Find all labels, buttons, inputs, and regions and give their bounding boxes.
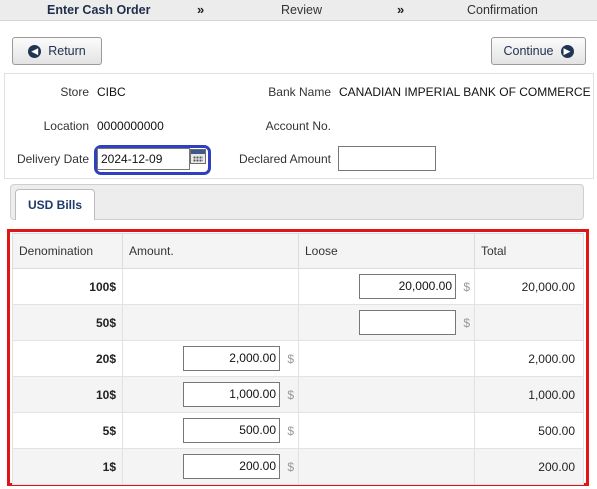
bank-name-label: Bank Name [268,85,331,99]
total-cell: 1,000.00 [474,376,584,413]
step-separator: » [197,2,205,17]
arrow-left-icon: ◀ [28,44,42,58]
loose-cell: $ [298,304,475,341]
currency-symbol: $ [287,459,294,474]
denomination-cell: 50$ [12,304,123,341]
amount-input[interactable]: 1,000.00 [183,382,280,407]
calendar-icon[interactable] [190,149,206,164]
amount-cell: 1,000.00 $ [122,376,299,413]
denomination-cell: 1$ [12,448,123,485]
loose-cell: 20,000.00 $ [298,268,475,305]
currency-symbol: $ [287,351,294,366]
declared-amount-label: Declared Amount [238,152,331,166]
total-cell: 500.00 [474,412,584,449]
loose-cell [298,412,475,449]
tab-bar [10,184,584,220]
tab-usd-bills[interactable]: USD Bills [15,189,95,220]
grid-row: 100$ 20,000.00 $ 20,000.00 [12,268,584,305]
grid-header-row: Denomination Amount. Loose Total [12,233,584,269]
arrow-right-icon: ▶ [560,44,574,58]
loose-cell [298,376,475,413]
grid-row: 5$ 500.00 $ 500.00 [12,412,584,449]
header-total: Total [474,233,584,269]
return-button-label: Return [48,44,86,58]
step-separator: » [397,2,405,17]
location-value: 0000000000 [97,119,164,133]
amount-cell: 2,000.00 $ [122,340,299,377]
bank-name-value: CANADIAN IMPERIAL BANK OF COMMERCE [339,85,591,99]
loose-cell [298,448,475,485]
denomination-grid: Denomination Amount. Loose Total 100$ 20… [12,233,584,485]
account-no-label: Account No. [265,119,331,133]
amount-input[interactable]: 2,000.00 [183,346,280,371]
currency-symbol: $ [463,315,470,330]
amount-cell [122,304,299,341]
loose-input[interactable]: 20,000.00 [359,274,456,299]
loose-cell [298,340,475,377]
header-denomination: Denomination [12,233,123,269]
amount-cell: 200.00 $ [122,448,299,485]
declared-amount-input[interactable] [338,146,436,171]
total-cell: 2,000.00 [474,340,584,377]
continue-button-label: Continue [503,44,554,58]
continue-button[interactable]: Continue ▶ [491,37,586,65]
return-button[interactable]: ◀ Return [12,37,102,65]
currency-symbol: $ [287,387,294,402]
grid-row: 50$ $ [12,304,584,341]
location-label: Location [43,119,89,133]
total-cell: 200.00 [474,448,584,485]
grid-row: 20$ 2,000.00 $ 2,000.00 [12,340,584,377]
grid-row: 10$ 1,000.00 $ 1,000.00 [12,376,584,413]
total-cell: 20,000.00 [474,268,584,305]
progress-steps: Enter Cash Order » Review » Confirmation [0,0,597,21]
denomination-cell: 100$ [12,268,123,305]
header-loose: Loose [298,233,475,269]
grid-row: 1$ 200.00 $ 200.00 [12,448,584,485]
delivery-date-input[interactable] [97,148,190,170]
step-confirmation: Confirmation [467,3,538,17]
denomination-cell: 20$ [12,340,123,377]
total-cell [474,304,584,341]
denomination-cell: 10$ [12,376,123,413]
amount-input[interactable]: 200.00 [183,454,280,479]
store-value: CIBC [97,85,126,99]
store-label: Store [60,85,89,99]
amount-input[interactable]: 500.00 [183,418,280,443]
currency-symbol: $ [463,279,470,294]
currency-symbol: $ [287,423,294,438]
denomination-cell: 5$ [12,412,123,449]
amount-cell [122,268,299,305]
step-enter-cash-order: Enter Cash Order [47,3,151,17]
loose-input[interactable] [359,310,456,335]
delivery-date-label: Delivery Date [16,152,89,166]
step-review: Review [281,3,322,17]
header-amount: Amount. [122,233,299,269]
amount-cell: 500.00 $ [122,412,299,449]
